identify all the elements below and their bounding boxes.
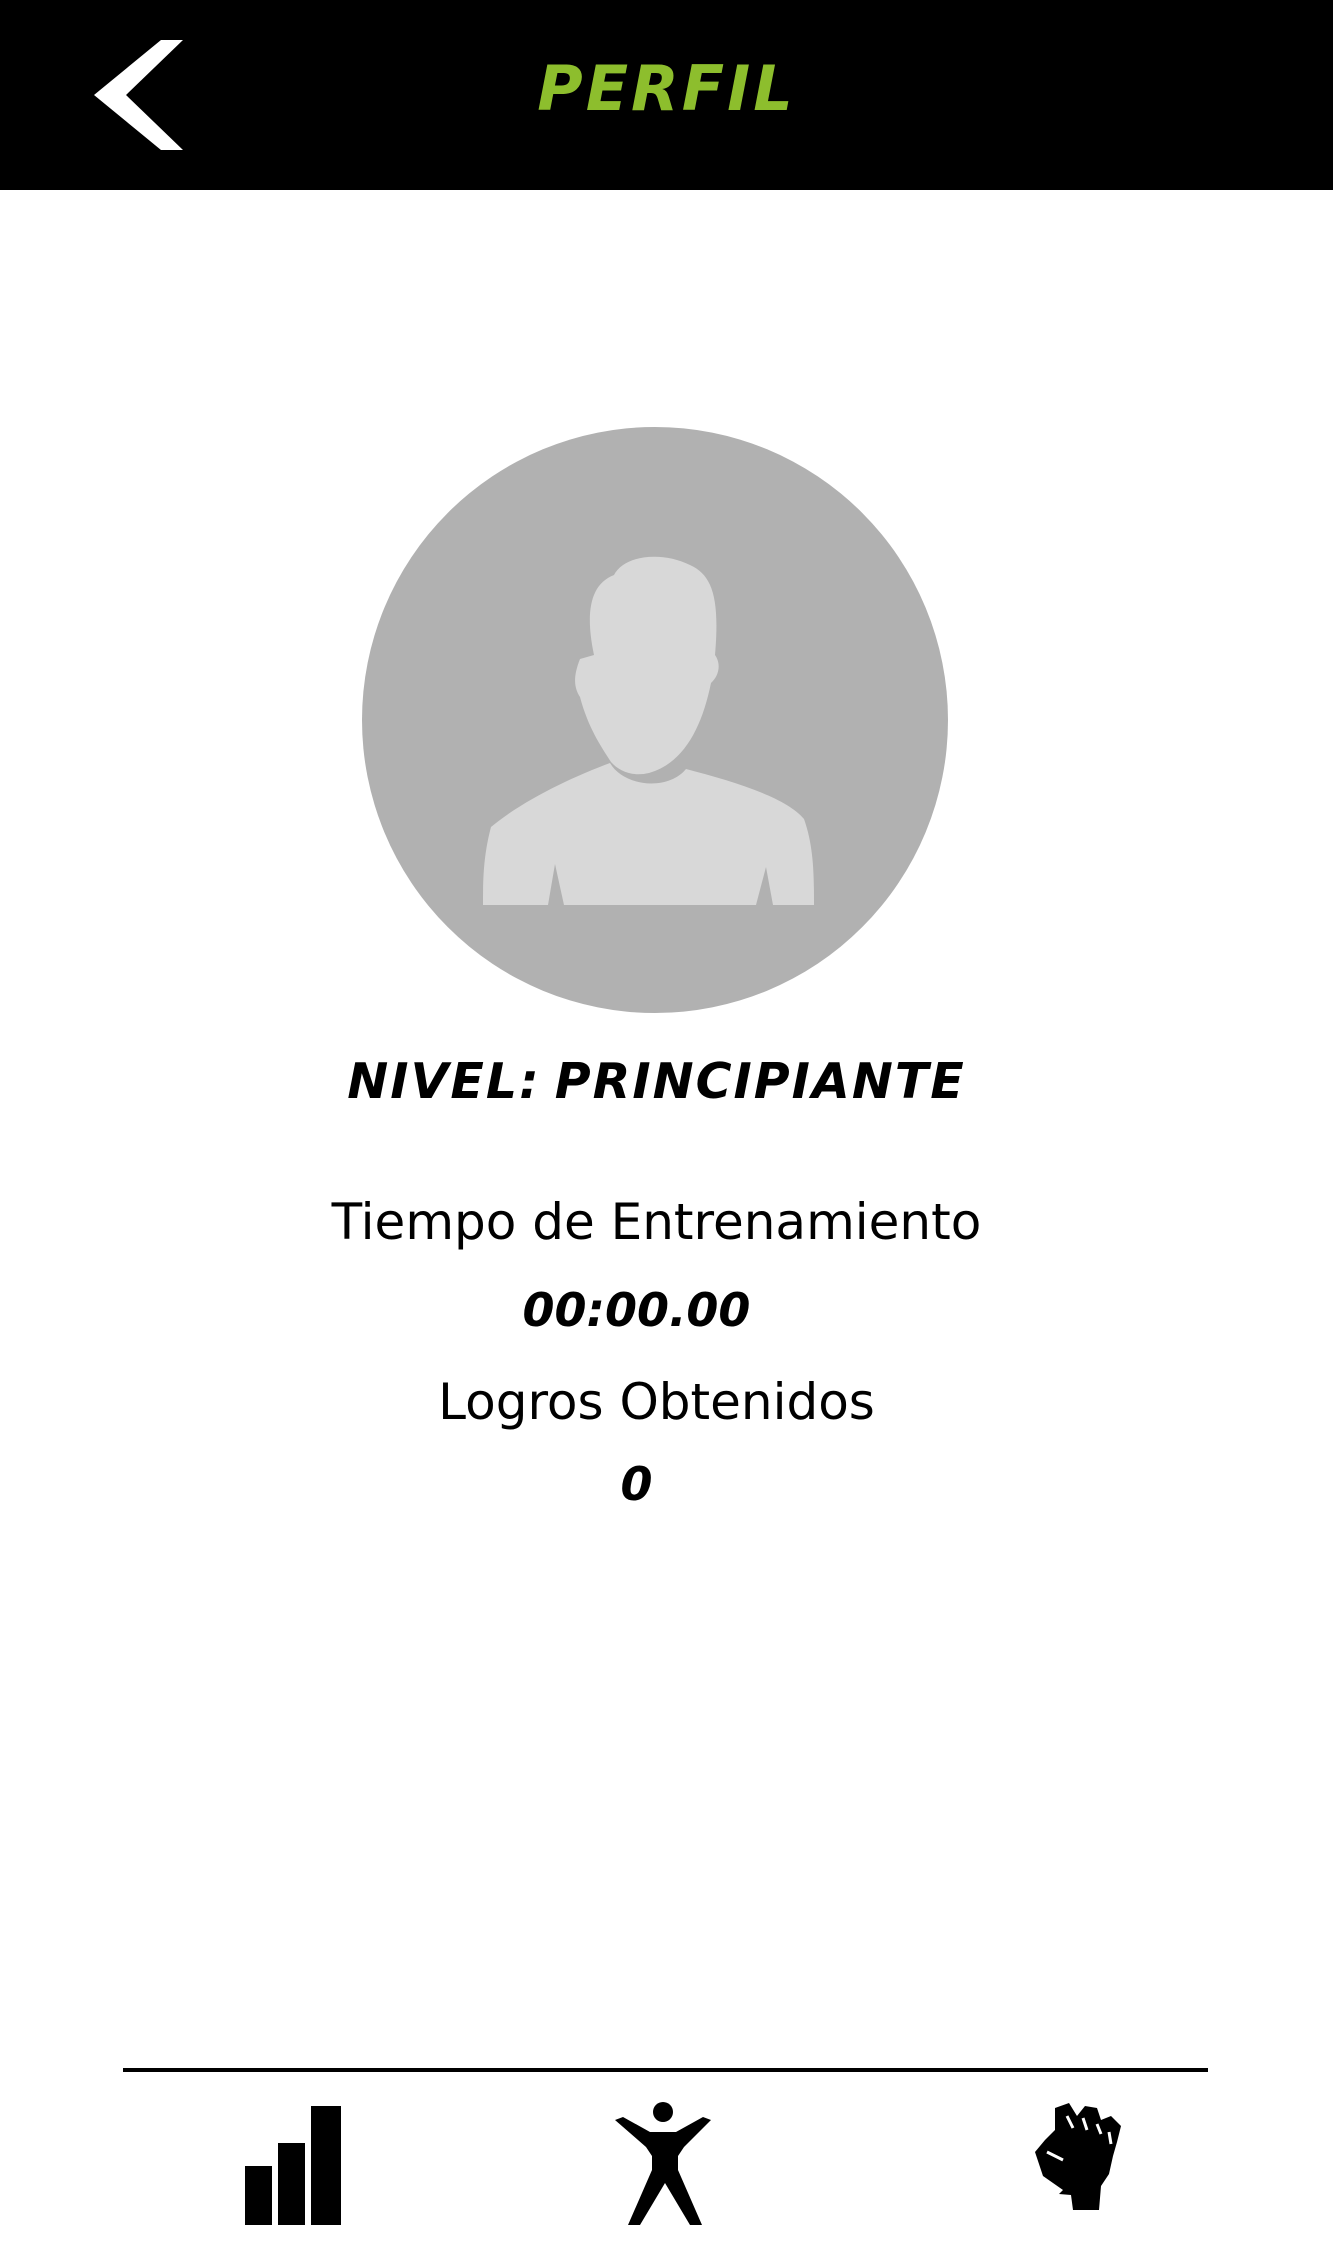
- nav-achievements-button[interactable]: [1025, 2100, 1135, 2225]
- training-time-label: Tiempo de Entrenamiento: [331, 1193, 982, 1251]
- level-label: NIVEL:: [347, 1053, 541, 1110]
- achievements-value: 0: [620, 1457, 653, 1511]
- nav-stats-button[interactable]: [240, 2100, 350, 2225]
- raised-fist-icon: [1035, 2103, 1121, 2210]
- level-text: NIVEL: PRINCIPIANTE: [0, 1053, 1313, 1110]
- level-value: PRINCIPIANTE: [554, 1053, 966, 1110]
- bottom-nav-divider: [123, 2068, 1208, 2072]
- header-bar: PERFIL: [0, 0, 1333, 190]
- exercise-person-icon: [615, 2102, 711, 2225]
- nav-exercise-button[interactable]: [610, 2100, 720, 2225]
- achievements-label: Logros Obtenidos: [438, 1373, 875, 1431]
- page-title: PERFIL: [537, 52, 796, 125]
- user-avatar-placeholder-icon: [362, 427, 948, 1013]
- bar-chart-icon: [245, 2106, 341, 2225]
- training-time-value: 00:00.00: [522, 1283, 751, 1337]
